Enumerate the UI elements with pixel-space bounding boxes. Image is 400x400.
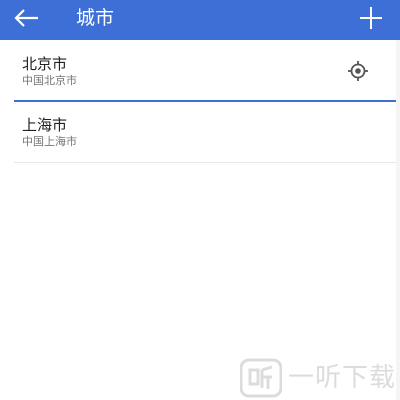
arrow-left-icon (14, 9, 38, 27)
city-item-beijing[interactable]: 北京市 中国北京市 (14, 41, 396, 102)
scroll-edge (396, 40, 400, 400)
locate-icon (347, 60, 369, 82)
city-subtitle: 中国上海市 (22, 135, 77, 148)
city-name: 北京市 (22, 55, 68, 73)
plus-icon (360, 7, 382, 29)
city-item-shanghai[interactable]: 上海市 中国上海市 (14, 102, 396, 163)
city-subtitle: 中国北京市 (22, 74, 77, 87)
city-list-screen: 城市 北京市 中国北京市 上海市 中国上海市 一听下载 (0, 0, 400, 400)
back-button[interactable] (10, 4, 44, 32)
city-name: 上海市 (22, 116, 68, 134)
watermark: 一听下载 (240, 358, 400, 398)
watermark-logo-icon (240, 358, 282, 398)
watermark-text: 一听下载 (288, 363, 397, 393)
app-bar: 城市 (0, 0, 400, 40)
page-title: 城市 (76, 7, 115, 29)
add-city-button[interactable] (358, 5, 384, 31)
city-list: 北京市 中国北京市 上海市 中国上海市 (14, 41, 396, 163)
